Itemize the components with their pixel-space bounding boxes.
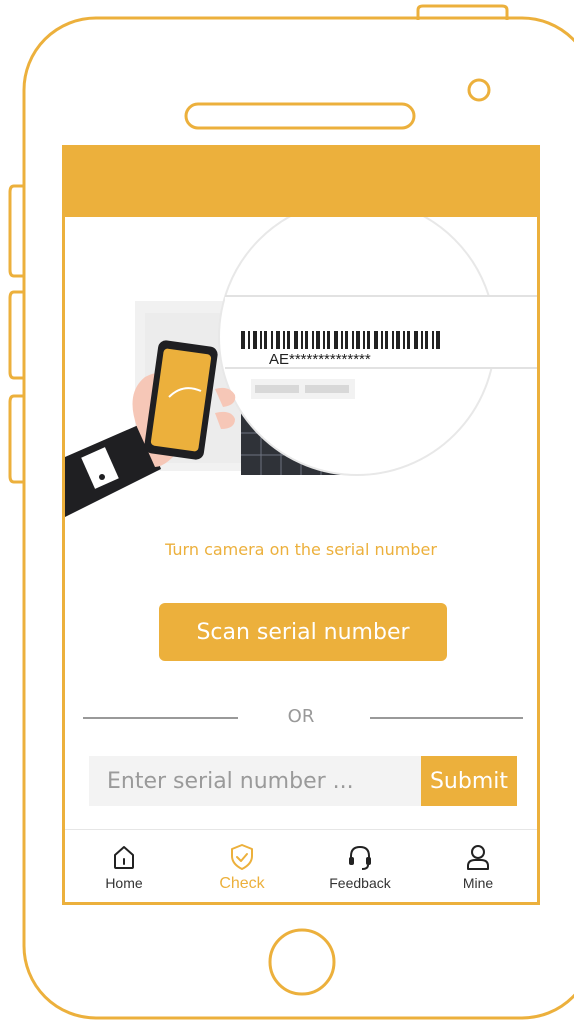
- serial-number-sample: AE**************: [269, 351, 371, 368]
- shield-check-icon: [231, 844, 253, 870]
- serial-number-input[interactable]: [89, 756, 421, 806]
- app-header: [65, 145, 537, 217]
- tab-feedback[interactable]: Feedback: [310, 842, 410, 891]
- home-icon: [114, 846, 134, 869]
- tab-check[interactable]: Check: [192, 842, 292, 893]
- phone-mockup: AE************** Turn camera on the seri…: [0, 0, 574, 1026]
- tab-check-label: Check: [219, 875, 265, 892]
- tab-home[interactable]: Home: [74, 842, 174, 891]
- scan-serial-button[interactable]: Scan serial number: [159, 603, 447, 661]
- tab-feedback-label: Feedback: [329, 875, 391, 891]
- scan-hint-text: Turn camera on the serial number: [165, 540, 437, 559]
- scan-illustration: AE**************: [65, 217, 537, 517]
- divider-right: [370, 717, 523, 719]
- submit-button[interactable]: Submit: [421, 756, 517, 806]
- app-screen: AE************** Turn camera on the seri…: [62, 145, 540, 905]
- headset-icon: [349, 845, 371, 870]
- tab-mine-label: Mine: [462, 875, 494, 891]
- tab-home-label: Home: [105, 875, 143, 891]
- tab-mine[interactable]: Mine: [428, 842, 528, 891]
- user-icon: [467, 845, 489, 870]
- bottom-tab-bar: Home Check Feedback Mine: [65, 829, 537, 899]
